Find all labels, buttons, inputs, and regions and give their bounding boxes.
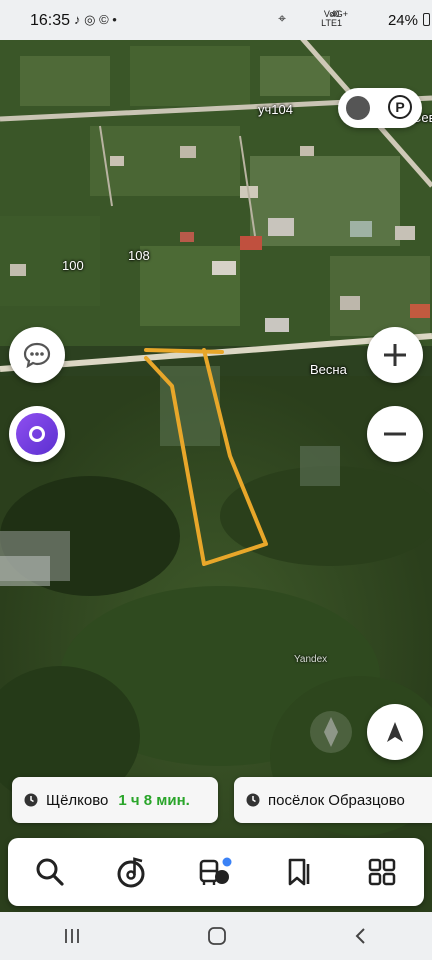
map-label-plot-108: 108	[128, 248, 150, 263]
search-icon	[36, 858, 64, 886]
tab-transport[interactable]	[192, 848, 240, 896]
music-icon	[117, 857, 145, 888]
tab-search[interactable]	[26, 848, 74, 896]
map-layers-control[interactable]: P	[338, 88, 422, 128]
alice-assistant-button[interactable]	[9, 406, 65, 462]
layers-icon[interactable]	[346, 96, 370, 120]
minus-icon	[384, 432, 406, 436]
zoom-in-button[interactable]	[367, 327, 423, 383]
chat-icon	[23, 342, 51, 368]
back-icon[interactable]	[352, 926, 370, 946]
clock-icon	[24, 793, 38, 807]
route-suggestion-card[interactable]: посёлок Образцово	[234, 777, 432, 823]
notification-icons: ♪ ◎ © •	[74, 12, 117, 27]
compass-icon	[324, 717, 338, 747]
tab-services[interactable]	[358, 848, 406, 896]
status-time: 16:35	[30, 12, 71, 29]
location-icon: ⌖	[278, 10, 286, 26]
battery-icon	[423, 13, 430, 26]
map-label-street: уч104	[258, 102, 293, 117]
navigation-arrow-icon	[387, 722, 403, 742]
bottom-tab-bar	[8, 838, 424, 906]
plus-icon	[384, 344, 406, 366]
tab-bookmarks[interactable]	[275, 848, 323, 896]
transport-icon	[199, 857, 232, 885]
parking-icon[interactable]: P	[388, 95, 412, 119]
recent-apps-icon[interactable]	[62, 927, 82, 945]
route-eta: 1 ч 8 мин.	[118, 791, 190, 809]
alice-icon	[16, 413, 58, 455]
tab-music[interactable]	[109, 848, 157, 896]
clock-icon	[246, 793, 260, 807]
system-navigation-bar	[0, 912, 432, 960]
route-suggestion-card[interactable]: Щёлково 1 ч 8 мин.	[12, 777, 218, 823]
map-watermark: Yandex	[294, 654, 328, 665]
bookmarks-icon	[288, 858, 310, 886]
map-label-vesna: Весна	[310, 362, 347, 377]
network-generation: 4G+	[330, 9, 348, 19]
services-icon	[369, 858, 396, 886]
network-label-bottom: LTE1	[321, 18, 342, 28]
home-icon[interactable]	[207, 926, 227, 946]
compass-button[interactable]	[310, 711, 352, 753]
feedback-button[interactable]	[9, 327, 65, 383]
route-destination: посёлок Образцово	[268, 791, 405, 809]
map-label-plot-100: 100	[62, 258, 84, 273]
status-bar: 16:35 ♪ ◎ © • Vo0 LTE1 4G+ ⌖ 24%	[0, 0, 432, 40]
zoom-out-button[interactable]	[367, 406, 423, 462]
battery-level: 24%	[387, 12, 418, 29]
my-location-button[interactable]	[367, 704, 423, 760]
route-destination: Щёлково	[46, 791, 109, 809]
